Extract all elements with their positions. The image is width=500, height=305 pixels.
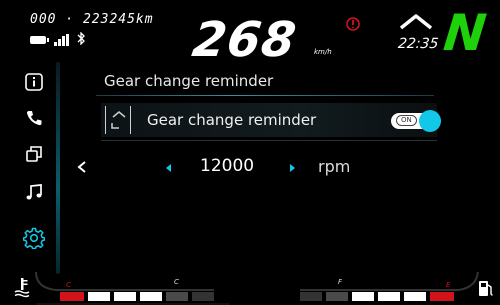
- title-divider: [96, 95, 434, 96]
- speedometer-value: 268: [189, 12, 301, 68]
- fuel-empty-label: E: [446, 281, 451, 289]
- toggle-state-label: ON: [396, 115, 417, 126]
- menu-item-music[interactable]: [22, 180, 46, 204]
- apps-icon: [26, 146, 42, 162]
- temp-hot-label: C: [66, 281, 71, 289]
- setting-label: Gear change reminder: [147, 111, 317, 129]
- info-icon: [25, 73, 43, 91]
- rpm-value: 12000: [200, 156, 255, 176]
- gear-reminder-toggle[interactable]: ON: [391, 110, 441, 132]
- status-icons: [30, 31, 86, 48]
- phone-icon: [26, 111, 42, 126]
- fuel-gauge: F E: [300, 271, 479, 301]
- menu-item-settings[interactable]: [22, 226, 46, 250]
- temp-cold-label: C: [174, 278, 179, 286]
- row-divider: [101, 140, 437, 141]
- settings-icon: [23, 227, 45, 249]
- engine-warning-icon: [345, 16, 361, 32]
- menu-item-phone[interactable]: [22, 106, 46, 130]
- menu-item-info[interactable]: [22, 70, 46, 94]
- music-icon: [26, 184, 42, 200]
- battery-icon: [30, 36, 49, 44]
- rpm-unit: rpm: [318, 157, 351, 176]
- increase-arrow-icon[interactable]: [290, 164, 295, 172]
- side-menu-rail: [56, 62, 60, 274]
- odometer: 000 · 223245km: [30, 12, 154, 27]
- top-status-bar: 000 · 223245km 268 km/h 22:35 N: [0, 0, 500, 68]
- coolant-temperature-icon: [14, 278, 30, 298]
- setting-row-gear-reminder[interactable]: Gear change reminder ON: [101, 103, 441, 137]
- rpm-stepper[interactable]: 12000 rpm: [150, 156, 410, 180]
- speed-unit: km/h: [314, 48, 332, 56]
- bluetooth-icon: [77, 31, 86, 48]
- back-chevron-icon[interactable]: [76, 160, 88, 174]
- gear-shift-icon: [105, 106, 131, 134]
- fuel-full-label: F: [338, 278, 343, 286]
- fuel-pump-icon: [479, 281, 493, 296]
- gear-indicator: N: [440, 4, 489, 62]
- temperature-gauge: C C: [35, 271, 230, 305]
- bottom-gauges: C C F E: [0, 268, 500, 305]
- signal-icon: [54, 34, 69, 46]
- decrease-arrow-icon[interactable]: [166, 164, 171, 172]
- side-menu: [0, 62, 70, 274]
- menu-item-apps[interactable]: [22, 142, 46, 166]
- shift-up-indicator-icon: [399, 14, 433, 30]
- page-title: Gear change reminder: [104, 72, 274, 90]
- toggle-knob: [419, 110, 441, 132]
- clock: 22:35: [397, 36, 440, 52]
